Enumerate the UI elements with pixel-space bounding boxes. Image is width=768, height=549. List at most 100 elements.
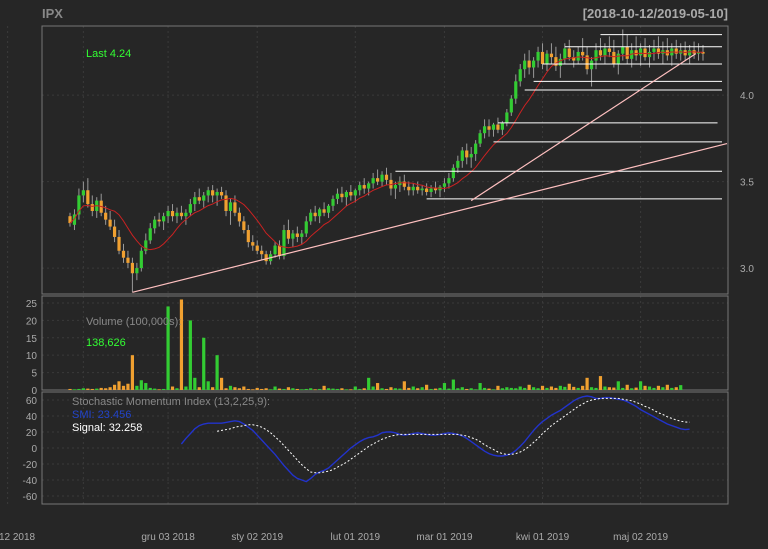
date-range: [2018-10-12/2019-05-10] (583, 6, 728, 21)
candle-body (567, 48, 571, 58)
x-axis-label: sty 02 2019 (231, 532, 283, 543)
volume-bar (362, 388, 366, 390)
candle-body (322, 209, 326, 213)
candle-body (491, 124, 496, 130)
volume-bar (407, 387, 411, 390)
volume-bar (487, 388, 491, 390)
x-axis-label: mar 01 2019 (416, 532, 473, 543)
volume-bar (598, 376, 603, 390)
volume-bar (68, 388, 72, 390)
volume-bar (72, 389, 77, 391)
volume-bar (251, 389, 255, 391)
volume-bar (474, 389, 478, 391)
candle-body (549, 53, 554, 58)
candle-body (616, 53, 620, 65)
volume-bar (304, 388, 308, 390)
candle-body (505, 112, 509, 123)
volume-bar (300, 389, 304, 391)
volume-bar (380, 388, 384, 390)
price-tick-label: 4.0 (740, 91, 754, 102)
candle-body (576, 51, 580, 61)
volume-bar (670, 387, 674, 390)
volume-bar (95, 388, 99, 390)
volume-bar (518, 386, 522, 390)
candle-body (326, 205, 331, 213)
x-axis-label: kwi 01 2019 (516, 532, 570, 543)
candle-body (380, 174, 384, 182)
candle-body (469, 153, 473, 158)
volume-bar (643, 385, 647, 390)
candle-body (581, 51, 585, 56)
volume-bar (260, 388, 264, 390)
volume-bar (157, 389, 161, 391)
smi-tick-label: -20 (23, 460, 38, 471)
candle-body (612, 51, 616, 65)
volume-bar (309, 388, 313, 390)
volume-bar (242, 386, 246, 390)
candle-body (416, 186, 420, 191)
candle-body (197, 197, 201, 201)
volume-bar (433, 388, 438, 390)
candle-body (228, 202, 233, 212)
candle-body (514, 81, 518, 99)
x-axis-label: paź 12 2018 (0, 532, 36, 543)
smi-label: Stochastic Momentum Index (13,2,25,9): (72, 396, 270, 408)
volume-bar (228, 385, 233, 390)
volume-bar (402, 381, 406, 390)
price-tick-label: 3.5 (740, 178, 754, 189)
volume-bar (255, 387, 259, 390)
candle-body (532, 60, 536, 68)
candle-body (304, 221, 308, 234)
volume-bar (358, 388, 362, 390)
volume-bar (572, 386, 576, 390)
volume-bar (282, 388, 286, 390)
candle-body (313, 212, 317, 217)
candle-body (251, 242, 255, 246)
candle-body (465, 150, 469, 158)
volume-bar (532, 387, 536, 390)
candle-body (603, 48, 607, 56)
candle-body (375, 178, 380, 182)
candle-body (362, 185, 366, 189)
candle-body (478, 133, 482, 144)
volume-bar (465, 388, 469, 390)
candle-body (135, 268, 139, 274)
candle-body (482, 126, 487, 134)
candle-body (211, 190, 215, 196)
volume-bar (589, 387, 594, 390)
volume-bar (603, 386, 607, 390)
volume-bar (340, 388, 344, 390)
volume-bar (661, 387, 665, 390)
volume-bar (460, 387, 464, 390)
volume-bar (139, 380, 143, 390)
volume-bar (170, 386, 175, 390)
candle-body (407, 186, 411, 191)
candle-body (688, 50, 692, 56)
volume-bar (202, 337, 206, 390)
candle-body (652, 48, 656, 52)
volume-bar (273, 386, 277, 390)
candle-body (643, 48, 647, 58)
volume-bar (416, 388, 420, 390)
volume-bar (130, 355, 135, 390)
volume-bar (353, 386, 357, 390)
volume-bar (277, 388, 282, 390)
candle-body (300, 233, 304, 237)
candle-body (277, 245, 282, 256)
candle-body (598, 50, 603, 56)
volume-bar (86, 388, 90, 390)
candle-body (638, 48, 643, 56)
volume-last-value: 138,626 (86, 337, 126, 349)
volume-bar (184, 386, 188, 390)
candle-body (634, 50, 638, 56)
volume-bar (425, 384, 429, 390)
volume-bar (505, 387, 509, 390)
smi-tick-label: 0 (31, 444, 37, 455)
volume-bar (77, 388, 81, 390)
candle-body (344, 191, 348, 198)
volume-bar (674, 387, 678, 390)
volume-label: Volume (100,000s): (86, 316, 181, 328)
volume-bar (665, 384, 669, 390)
volume-bar (438, 387, 442, 390)
volume-bar (549, 386, 554, 390)
